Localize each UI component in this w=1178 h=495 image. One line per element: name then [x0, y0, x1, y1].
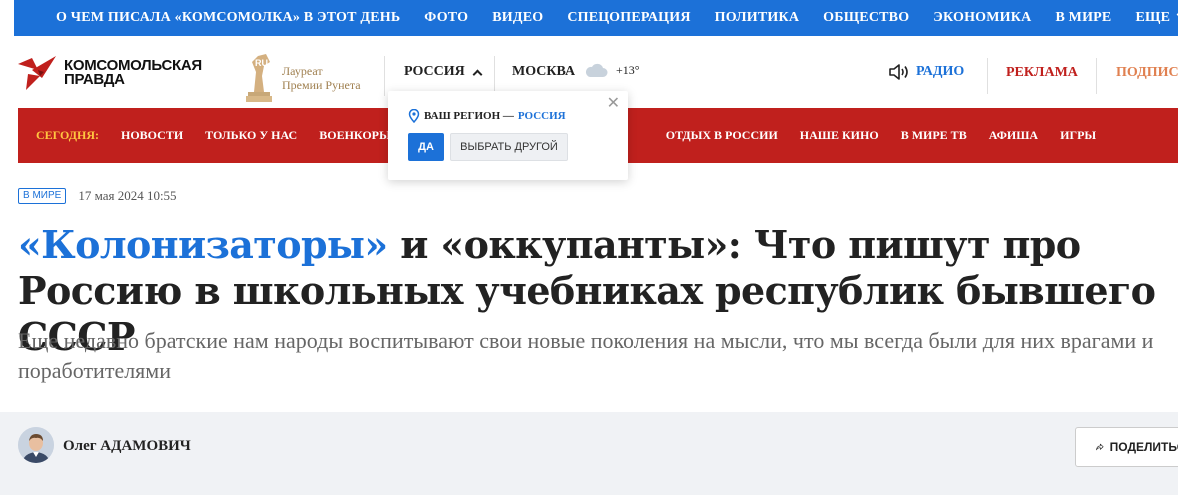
author-avatar[interactable]: [18, 427, 54, 463]
location-pin-icon: [408, 109, 420, 123]
header-divider: [494, 56, 495, 96]
rednav-item-games[interactable]: ИГРЫ: [1049, 128, 1107, 143]
share-button[interactable]: ПОДЕЛИТЬСЯ: [1075, 427, 1178, 467]
topnav-item-special-operation[interactable]: СПЕЦОПЕРАЦИЯ: [555, 10, 702, 26]
close-icon[interactable]: ✕: [607, 96, 620, 112]
topnav-item-photo[interactable]: ФОТО: [412, 10, 480, 26]
header-divider: [987, 58, 988, 94]
topnav-item-video[interactable]: ВИДЕО: [480, 10, 555, 26]
detected-region: РОССИЯ: [517, 110, 566, 122]
header-divider: [384, 56, 385, 96]
share-label: ПОДЕЛИТЬСЯ: [1109, 440, 1178, 454]
rednav-item-news[interactable]: НОВОСТИ: [110, 128, 194, 143]
article-date: 17 мая 2024 10:55: [78, 188, 177, 203]
top-navigation-bar: О ЧЕМ ПИСАЛА «КОМСОМОЛКА» В ЭТОТ ДЕНЬ ФО…: [14, 0, 1178, 36]
region-question-label: ВАШ РЕГИОН —: [424, 110, 514, 122]
author-photo: [18, 427, 54, 463]
article-title-highlight: «Колонизаторы»: [18, 222, 388, 267]
radio-label: РАДИО: [916, 64, 965, 79]
weather-widget[interactable]: +13°: [584, 62, 640, 78]
subscribe-link[interactable]: ПОДПИСКА: [1116, 65, 1178, 81]
share-arrow-icon: [1096, 443, 1104, 451]
city-label[interactable]: МОСКВА: [512, 64, 575, 80]
header-divider: [1096, 58, 1097, 94]
kp-bird-logo-icon: [18, 56, 56, 90]
region-label: РОССИЯ: [404, 64, 465, 79]
topnav-item-world[interactable]: В МИРЕ: [1043, 10, 1123, 26]
topnav-item-more[interactable]: ЕЩЕ: [1123, 9, 1178, 26]
temperature: +13°: [616, 62, 640, 77]
region-popup: ✕ ВАШ РЕГИОН — РОССИЯ ДА ВЫБРАТЬ ДРУГОЙ: [388, 91, 628, 180]
rednav-item-poster[interactable]: АФИША: [978, 128, 1049, 143]
confirm-region-button[interactable]: ДА: [408, 133, 444, 161]
top-navigation: О ЧЕМ ПИСАЛА «КОМСОМОЛКА» В ЭТОТ ДЕНЬ ФО…: [0, 0, 1178, 44]
today-label: СЕГОДНЯ:: [36, 128, 99, 142]
rednav-item-our-cinema[interactable]: НАШЕ КИНО: [789, 128, 890, 143]
topnav-item-politics[interactable]: ПОЛИТИКА: [703, 10, 812, 26]
logo-wordmark: КОМСОМОЛЬСКАЯ ПРАВДА: [64, 58, 202, 88]
award-statue-icon: RU: [246, 54, 272, 102]
rubric-badge[interactable]: В МИРЕ: [18, 188, 67, 204]
article-meta: В МИРЕ 17 мая 2024 10:55: [18, 188, 177, 204]
svg-text:RU: RU: [255, 58, 268, 68]
rednav-item-world-tv[interactable]: В МИРЕ ТВ: [890, 128, 978, 143]
runet-award[interactable]: RU Лауреат Премии Рунета: [244, 50, 361, 106]
topnav-item-this-day[interactable]: О ЧЕМ ПИСАЛА «КОМСОМОЛКА» В ЭТОТ ДЕНЬ: [14, 10, 412, 26]
region-question: ВАШ РЕГИОН — РОССИЯ: [408, 109, 566, 123]
rednav-item-exclusive[interactable]: ТОЛЬКО У НАС: [194, 128, 308, 143]
ads-link[interactable]: РЕКЛАМА: [1006, 65, 1078, 81]
award-line-2: Премии Рунета: [282, 78, 361, 92]
choose-other-region-button[interactable]: ВЫБРАТЬ ДРУГОЙ: [450, 133, 568, 161]
topnav-item-economy[interactable]: ЭКОНОМИКА: [921, 10, 1043, 26]
radio-button[interactable]: РАДИО: [888, 63, 964, 81]
cloud-icon: [585, 63, 608, 77]
logo-line-2: ПРАВДА: [64, 71, 125, 88]
topnav-more-label: ЕЩЕ: [1135, 10, 1171, 25]
article-lead: Еще недавно братские нам народы воспитыв…: [18, 328, 1154, 383]
author-name[interactable]: Олег АДАМОВИЧ: [63, 438, 191, 455]
region-selector[interactable]: РОССИЯ: [404, 64, 483, 80]
award-caption: Лауреат Премии Рунета: [282, 64, 361, 92]
chevron-up-icon: [472, 69, 483, 79]
site-logo[interactable]: КОМСОМОЛЬСКАЯ ПРАВДА: [18, 56, 202, 90]
rednav-item-travel-russia[interactable]: ОТДЫХ В РОССИИ: [655, 128, 789, 143]
topnav-item-society[interactable]: ОБЩЕСТВО: [811, 10, 921, 26]
award-line-1: Лауреат: [282, 64, 323, 78]
speaker-icon: [889, 64, 908, 80]
